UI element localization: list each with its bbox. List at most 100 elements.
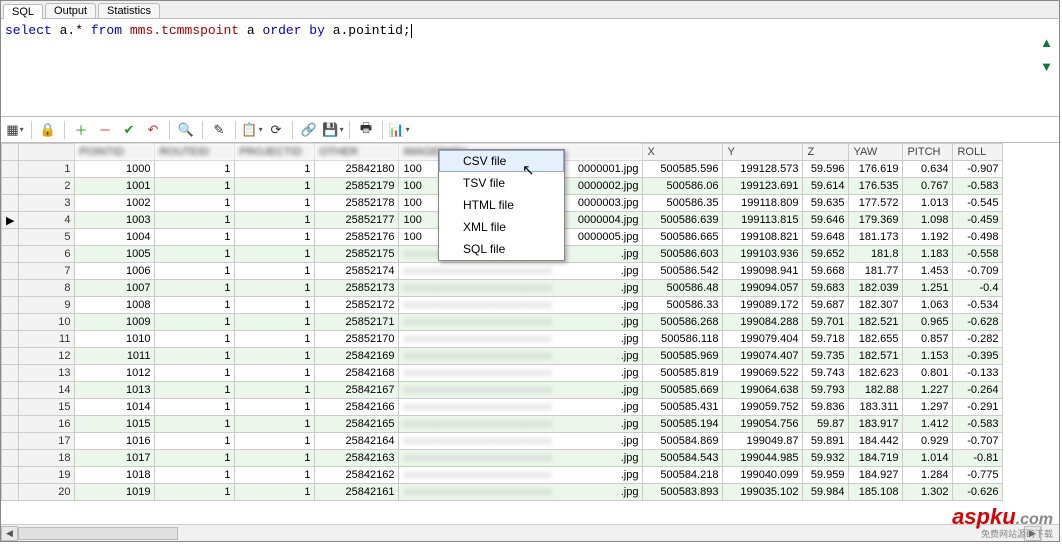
table-row[interactable]: 710061125852174xxxxxxxxxxxxxxxxxxxxxxxxx…: [2, 263, 1003, 280]
cell-yaw[interactable]: 182.88: [849, 382, 903, 399]
cell[interactable]: 1007: [75, 280, 155, 297]
sql-history-up-icon[interactable]: ▲: [1040, 31, 1053, 55]
cell-yaw[interactable]: 182.521: [849, 314, 903, 331]
cell[interactable]: 1: [235, 399, 315, 416]
cell-y[interactable]: 199035.102: [723, 484, 803, 501]
cell-x[interactable]: 500586.542: [643, 263, 723, 280]
cell-roll[interactable]: -0.707: [953, 433, 1003, 450]
cell-image[interactable]: xxxxxxxxxxxxxxxxxxxxxxxxxxx.jpg: [399, 484, 643, 501]
cell-pitch[interactable]: 1.302: [903, 484, 953, 501]
cell-y[interactable]: 199059.752: [723, 399, 803, 416]
add-row-icon[interactable]: ＋: [71, 120, 91, 140]
cell-x[interactable]: 500583.893: [643, 484, 723, 501]
cell-x[interactable]: 500584.543: [643, 450, 723, 467]
cell[interactable]: 1005: [75, 246, 155, 263]
cell[interactable]: 1: [155, 382, 235, 399]
menu-tsv-file[interactable]: TSV file: [439, 172, 564, 194]
cell[interactable]: 1: [155, 229, 235, 246]
grid-options-icon[interactable]: ▦: [5, 120, 25, 140]
cell-x[interactable]: 500586.48: [643, 280, 723, 297]
cell[interactable]: 1: [235, 314, 315, 331]
cell-roll[interactable]: -0.395: [953, 348, 1003, 365]
cell[interactable]: 1: [155, 450, 235, 467]
cell-pitch[interactable]: 1.183: [903, 246, 953, 263]
cell[interactable]: 1: [155, 467, 235, 484]
col-x[interactable]: X: [643, 144, 723, 161]
table-row[interactable]: 1610151125842165xxxxxxxxxxxxxxxxxxxxxxxx…: [2, 416, 1003, 433]
cell[interactable]: 1: [155, 433, 235, 450]
cell-yaw[interactable]: 184.442: [849, 433, 903, 450]
tab-sql[interactable]: SQL: [3, 4, 43, 19]
cell-z[interactable]: 59.701: [803, 314, 849, 331]
cell[interactable]: 1000: [75, 161, 155, 178]
cell-yaw[interactable]: 183.311: [849, 399, 903, 416]
table-row[interactable]: 810071125852173xxxxxxxxxxxxxxxxxxxxxxxxx…: [2, 280, 1003, 297]
cell-x[interactable]: 500585.669: [643, 382, 723, 399]
cell-pitch[interactable]: 1.453: [903, 263, 953, 280]
cell[interactable]: 1: [235, 229, 315, 246]
scroll-thumb[interactable]: [18, 527, 178, 540]
cell-image[interactable]: xxxxxxxxxxxxxxxxxxxxxxxxxxx.jpg: [399, 297, 643, 314]
cell-x[interactable]: 500585.969: [643, 348, 723, 365]
cell-pitch[interactable]: 0.767: [903, 178, 953, 195]
cell[interactable]: 1009: [75, 314, 155, 331]
cell-z[interactable]: 59.646: [803, 212, 849, 229]
cell-pitch[interactable]: 0.965: [903, 314, 953, 331]
cell[interactable]: 25842166: [315, 399, 399, 416]
cell-image[interactable]: xxxxxxxxxxxxxxxxxxxxxxxxxxx.jpg: [399, 331, 643, 348]
cell[interactable]: 1: [155, 416, 235, 433]
cell[interactable]: 1: [235, 280, 315, 297]
find-icon[interactable]: 🔍: [176, 120, 196, 140]
cell-y[interactable]: 199113.815: [723, 212, 803, 229]
cell-x[interactable]: 500586.665: [643, 229, 723, 246]
cell-y[interactable]: 199054.756: [723, 416, 803, 433]
cell[interactable]: 1: [155, 348, 235, 365]
cell[interactable]: 1: [235, 416, 315, 433]
cell-z[interactable]: 59.87: [803, 416, 849, 433]
cell[interactable]: 1004: [75, 229, 155, 246]
save-icon[interactable]: 💾: [323, 120, 343, 140]
cell[interactable]: 25852177: [315, 212, 399, 229]
cell[interactable]: 25852171: [315, 314, 399, 331]
cell-yaw[interactable]: 176.535: [849, 178, 903, 195]
cell-image[interactable]: xxxxxxxxxxxxxxxxxxxxxxxxxxx.jpg: [399, 280, 643, 297]
cell[interactable]: 1006: [75, 263, 155, 280]
cell[interactable]: 1: [235, 433, 315, 450]
sql-editor[interactable]: select a.* from mms.tcmmspoint a order b…: [1, 19, 1059, 117]
cell-y[interactable]: 199084.288: [723, 314, 803, 331]
cell-roll[interactable]: -0.291: [953, 399, 1003, 416]
cell-image[interactable]: xxxxxxxxxxxxxxxxxxxxxxxxxxx.jpg: [399, 467, 643, 484]
cell[interactable]: 1: [155, 484, 235, 501]
cell-yaw[interactable]: 182.571: [849, 348, 903, 365]
cell-yaw[interactable]: 179.369: [849, 212, 903, 229]
cell[interactable]: 1: [235, 195, 315, 212]
cell-y[interactable]: 199079.404: [723, 331, 803, 348]
cell-roll[interactable]: -0.626: [953, 484, 1003, 501]
cell[interactable]: 1002: [75, 195, 155, 212]
cell[interactable]: 1: [155, 314, 235, 331]
cell-y[interactable]: 199089.172: [723, 297, 803, 314]
cell-yaw[interactable]: 182.655: [849, 331, 903, 348]
scroll-track[interactable]: [18, 526, 1024, 541]
col-roll[interactable]: ROLL: [953, 144, 1003, 161]
cell[interactable]: 1015: [75, 416, 155, 433]
cell[interactable]: 1001: [75, 178, 155, 195]
cell-roll[interactable]: -0.81: [953, 450, 1003, 467]
cell[interactable]: 1: [235, 212, 315, 229]
cell-roll[interactable]: -0.907: [953, 161, 1003, 178]
cell-pitch[interactable]: 1.098: [903, 212, 953, 229]
cell-yaw[interactable]: 182.623: [849, 365, 903, 382]
cell-x[interactable]: 500586.268: [643, 314, 723, 331]
table-row[interactable]: 1510141125842166xxxxxxxxxxxxxxxxxxxxxxxx…: [2, 399, 1003, 416]
cell-x[interactable]: 500585.819: [643, 365, 723, 382]
cell-yaw[interactable]: 183.917: [849, 416, 903, 433]
cell-z[interactable]: 59.683: [803, 280, 849, 297]
cell-z[interactable]: 59.793: [803, 382, 849, 399]
cell[interactable]: 25842165: [315, 416, 399, 433]
cell-yaw[interactable]: 181.77: [849, 263, 903, 280]
cell[interactable]: 1: [155, 161, 235, 178]
cell-yaw[interactable]: 185.108: [849, 484, 903, 501]
cell-image[interactable]: xxxxxxxxxxxxxxxxxxxxxxxxxxx.jpg: [399, 314, 643, 331]
menu-html-file[interactable]: HTML file: [439, 194, 564, 216]
cell[interactable]: 1: [235, 348, 315, 365]
